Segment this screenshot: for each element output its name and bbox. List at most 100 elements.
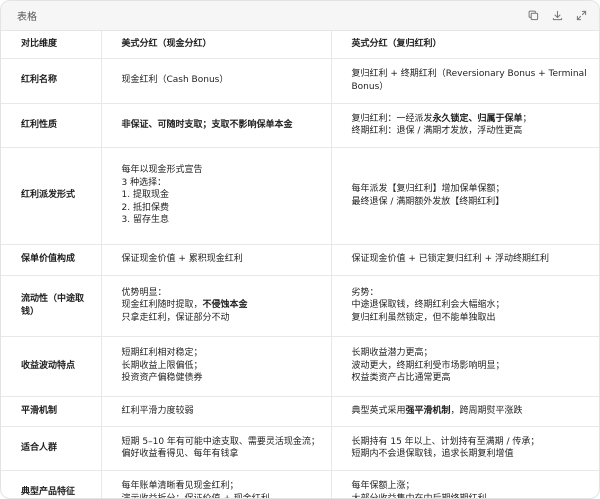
table-row: 红利派发形式 每年以现金形式宣告 3 种选择： 1. 提取现金 2. 抵扣保费 3. 留存… (1, 147, 599, 245)
cell-us-style: 保证现金价值 + 累积现金红利 (101, 244, 332, 276)
cell-line: 波动更大，终期红利受市场影响明显； (352, 360, 590, 373)
cell-uk-style: 复归红利：一经派发永久锁定、归属于保单； 终期红利：退保 / 满期才发放，浮动性更… (331, 103, 599, 148)
row-dimension: 红利名称 (1, 58, 102, 104)
cell-text: ，跨周期熨平涨跌 (450, 405, 523, 416)
cell-line: 投资资产偏稳健债券 (122, 372, 321, 385)
cell-line: 劣势： (352, 287, 590, 300)
cell-line: 大部分收益集中在中后期终期红利 (352, 493, 590, 499)
table-row: 红利性质 非保证、可随时支取；支取不影响保单本金 复归红利：一经派发永久锁定、归属于… (1, 103, 599, 148)
cell-text: 1. 提取现金 (121, 190, 169, 201)
expand-icon[interactable] (576, 10, 587, 21)
cell-us-style: 现金红利（Cash Bonus） (101, 58, 332, 104)
cell-text: 现金红利随时提取， (121, 300, 203, 311)
cell-line: 1. 提取现金 (122, 189, 321, 202)
cell-text: 优势明显： (121, 287, 167, 298)
cell-uk-style: 长期收益潜力更高； 波动更大，终期红利受市场影响明显； 权益类资产占比通常更高 (331, 336, 599, 397)
cell-text: 复归红利虽然锁定，但不能单独取出 (351, 312, 496, 323)
cell-line: 每年以现金形式宣告 (122, 164, 321, 177)
cell-text: 短期红利相对稳定； (121, 348, 203, 359)
cell-line: 复归红利 + 终期红利（Reversionary Bonus + Termina… (352, 68, 590, 93)
cell-line: 红利平滑力度较弱 (122, 405, 321, 418)
cell-line: 优势明显： (122, 287, 321, 300)
copy-icon[interactable] (528, 10, 539, 21)
cell-line: 2. 抵扣保费 (122, 202, 321, 215)
cell-text: 终期红利：退保 / 满期才发放，浮动性更高 (351, 126, 523, 136)
row-dimension: 典型产品特征 (1, 470, 102, 498)
table-row: 流动性（中途取钱） 优势明显： 现金红利随时提取，不侵蚀本金 只拿走红利，保证部分不动… (1, 275, 599, 337)
row-dimension: 流动性（中途取钱） (1, 275, 102, 337)
cell-text: 每年保额上涨； (351, 481, 415, 491)
table-row: 收益波动特点 短期红利相对稳定； 长期收益上限偏低； 投资资产偏稳健债券 长期收益潜力更… (1, 336, 599, 397)
cell-line: 保证现金价值 + 累积现金红利 (122, 253, 321, 266)
card-toolbar (528, 10, 587, 21)
cell-text: 典型英式采用 (351, 405, 406, 416)
cell-text: 保证现金价值 + 已锁定复归红利 + 浮动终期红利 (351, 254, 550, 265)
card-header: 表格 (1, 1, 599, 31)
cell-line: 复归红利：一经派发永久锁定、归属于保单； (352, 113, 590, 126)
cell-uk-style: 复归红利 + 终期红利（Reversionary Bonus + Termina… (331, 58, 599, 104)
cell-line: 每年保额上涨； (352, 480, 590, 493)
cell-us-style: 优势明显： 现金红利随时提取，不侵蚀本金 只拿走红利，保证部分不动 (101, 275, 332, 337)
cell-text: ； (522, 113, 532, 124)
cell-line: 现金红利随时提取，不侵蚀本金 (122, 299, 321, 312)
table-header-row: 对比维度 美式分红（现金分红） 英式分红（复归红利） (1, 31, 599, 59)
emphasis-text: 非保证、可随时支取；支取不影响保单本金 (121, 119, 293, 130)
cell-text: 权益类资产占比通常更高 (351, 373, 451, 384)
emphasis-text: 不侵蚀本金 (202, 300, 248, 311)
cell-line: 只拿走红利，保证部分不动 (122, 312, 321, 325)
cell-line: 演示收益拆分：保证价值 + 现金红利 (122, 493, 321, 499)
cell-text: 只拿走红利，保证部分不动 (121, 312, 230, 323)
emphasis-text: 永久锁定、归属于保单 (432, 113, 523, 124)
cell-text: 短期 5–10 年有可能中途支取、需要灵活现金流； (121, 436, 320, 447)
cell-uk-style: 长期持有 15 年以上、计划持有至满期 / 传承； 短期内不会退保取钱，追求长期复… (331, 426, 599, 471)
card-title: 表格 (17, 12, 37, 23)
cell-line: 终期红利：退保 / 满期才发放，浮动性更高 (352, 125, 590, 138)
download-icon[interactable] (552, 10, 563, 21)
cell-line: 最终退保 / 满期额外发放【终期红利】 (352, 196, 590, 209)
cell-text: 每年账单清晰看见现金红利； (121, 481, 239, 491)
cell-line: 中途退保取钱，终期红利会大幅缩水； (352, 299, 590, 312)
cell-text: 长期收益上限偏低； (121, 360, 203, 371)
row-dimension: 红利派发形式 (1, 147, 102, 245)
cell-us-style: 非保证、可随时支取；支取不影响保单本金 (101, 103, 332, 148)
row-dimension: 红利性质 (1, 103, 102, 148)
cell-text: 波动更大，终期红利受市场影响明显； (351, 360, 505, 371)
row-dimension: 保单价值构成 (1, 244, 102, 276)
comparison-table: 对比维度 美式分红（现金分红） 英式分红（复归红利） 红利名称 现金红利（Cash… (1, 31, 599, 499)
table-row: 适合人群 短期 5–10 年有可能中途支取、需要灵活现金流； 偏好收益看得见、每年有… (1, 426, 599, 471)
cell-us-style: 短期 5–10 年有可能中途支取、需要灵活现金流； 偏好收益看得见、每年有钱拿 (101, 426, 332, 471)
cell-line: 每年派发【复归红利】增加保单保额； (352, 183, 590, 196)
row-dimension: 收益波动特点 (1, 336, 102, 397)
cell-line: 长期收益上限偏低； (122, 360, 321, 373)
cell-text: 演示收益拆分：保证价值 + 现金红利 (121, 493, 270, 499)
cell-text: 短期内不会退保取钱，追求长期复利增值 (351, 449, 514, 459)
table-row: 保单价值构成 保证现金价值 + 累积现金红利 保证现金价值 + 已锁定复归红利 + … (1, 244, 599, 276)
cell-text: 2. 抵扣保费 (121, 202, 169, 213)
row-dimension: 适合人群 (1, 426, 102, 471)
cell-text: 复归红利：一经派发 (351, 113, 433, 124)
cell-text: 每年派发【复归红利】增加保单保额； (351, 184, 505, 194)
cell-text: 大部分收益集中在中后期终期红利 (351, 493, 487, 499)
table-row: 典型产品特征 每年账单清晰看见现金红利； 演示收益拆分：保证价值 + 现金红利 每年保… (1, 470, 599, 499)
header-us-style: 美式分红（现金分红） (101, 31, 332, 59)
header-dimension: 对比维度 (1, 31, 102, 59)
cell-text: 3 种选择： (121, 177, 167, 188)
cell-line: 长期收益潜力更高； (352, 347, 590, 360)
table-row: 红利名称 现金红利（Cash Bonus） 复归红利 + 终期红利（Reversio… (1, 58, 599, 104)
cell-text: 投资资产偏稳健债券 (121, 373, 203, 384)
cell-text: 每年以现金形式宣告 (121, 165, 203, 176)
cell-uk-style: 保证现金价值 + 已锁定复归红利 + 浮动终期红利 (331, 244, 599, 276)
cell-text: 偏好收益看得见、每年有钱拿 (121, 449, 239, 459)
cell-line: 复归红利虽然锁定，但不能单独取出 (352, 312, 590, 325)
table-card: 表格 对比维度 美式分红（现金分红） 英式分红（复归红利） 红利名称 现金红利（… (0, 0, 600, 499)
cell-line: 短期 5–10 年有可能中途支取、需要灵活现金流； (122, 436, 321, 449)
cell-line: 非保证、可随时支取；支取不影响保单本金 (122, 119, 321, 132)
cell-text: 现金红利（Cash Bonus） (121, 75, 229, 86)
cell-line: 权益类资产占比通常更高 (352, 372, 590, 385)
cell-uk-style: 典型英式采用强平滑机制，跨周期熨平涨跌 (331, 396, 599, 427)
cell-line: 现金红利（Cash Bonus） (122, 74, 321, 87)
cell-us-style: 每年以现金形式宣告 3 种选择： 1. 提取现金 2. 抵扣保费 3. 留存生息 (101, 147, 332, 245)
cell-text: 保证现金价值 + 累积现金红利 (121, 254, 243, 265)
header-uk-style: 英式分红（复归红利） (331, 31, 599, 59)
cell-uk-style: 每年派发【复归红利】增加保单保额； 最终退保 / 满期额外发放【终期红利】 (331, 147, 599, 245)
